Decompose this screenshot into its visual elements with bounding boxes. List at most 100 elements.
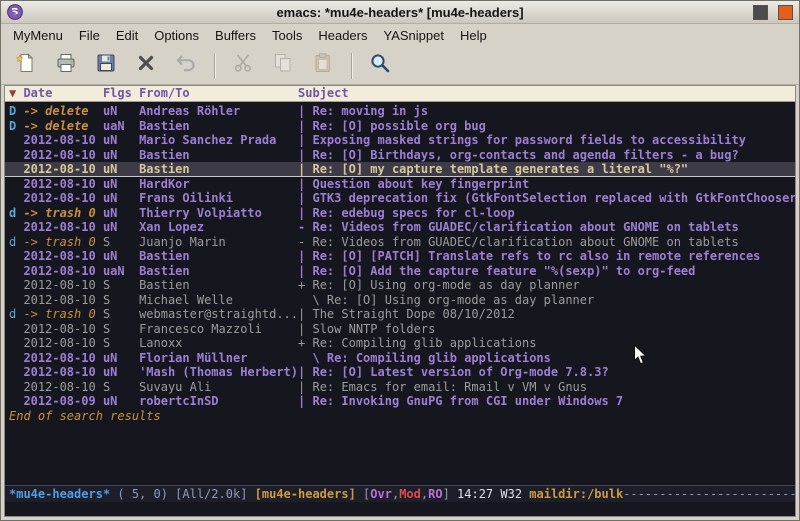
- header-column-subject[interactable]: Subject: [298, 86, 515, 100]
- row-mark: [9, 322, 23, 336]
- message-row[interactable]: 2012-08-10 S Michael Welle \ Re: [O] Usi…: [5, 293, 795, 308]
- new-file-button[interactable]: [9, 51, 43, 81]
- row-mark: d: [9, 307, 23, 321]
- row-from: HardKor: [139, 177, 298, 191]
- row-subject: Exposing masked strings for password fie…: [312, 133, 745, 147]
- window-controls: [753, 5, 793, 20]
- thread-indicator: |: [298, 104, 312, 118]
- row-date: 2012-08-10: [23, 133, 102, 147]
- message-row[interactable]: D -> delete uaN Bastien | Re: [O] possib…: [5, 119, 795, 134]
- message-row[interactable]: 2012-08-10 uN Florian Müllner \ Re: Comp…: [5, 351, 795, 366]
- row-subject: Re: [O] [PATCH] Translate refs to rc als…: [312, 249, 760, 263]
- row-flags: S: [103, 293, 139, 307]
- modeline-segment: [mu4e-headers]: [255, 487, 356, 501]
- row-date: 2012-08-10: [23, 162, 102, 176]
- thread-indicator: |: [298, 191, 312, 205]
- cut-icon: [232, 52, 254, 79]
- thread-indicator: |: [298, 365, 312, 379]
- row-mark: d: [9, 206, 23, 220]
- message-row[interactable]: 2012-08-10 uN HardKor | Question about k…: [5, 177, 795, 192]
- row-mark: [9, 220, 23, 234]
- header-column-date[interactable]: Date: [23, 86, 102, 100]
- message-list: D -> delete uN Andreas Röhler | Re: movi…: [5, 104, 795, 409]
- message-row[interactable]: 2012-08-10 uN 'Mash (Thomas Herbert)| Re…: [5, 365, 795, 380]
- message-row[interactable]: D -> delete uN Andreas Röhler | Re: movi…: [5, 104, 795, 119]
- buffer[interactable]: D -> delete uN Andreas Röhler | Re: movi…: [5, 102, 795, 485]
- end-of-results: End of search results: [5, 409, 795, 424]
- menu-item-buffers[interactable]: Buffers: [207, 25, 264, 46]
- close-button[interactable]: [778, 5, 793, 20]
- message-row[interactable]: d -> trash 0 uN Thierry Volpiatto | Re: …: [5, 206, 795, 221]
- message-row[interactable]: d -> trash 0 S Juanjo Marin - Re: Videos…: [5, 235, 795, 250]
- row-flags: S: [103, 322, 139, 336]
- row-flags: uN: [103, 249, 139, 263]
- message-row[interactable]: 2012-08-10 uN Bastien | Re: [O] [PATCH] …: [5, 249, 795, 264]
- row-date: 2012-08-10: [23, 278, 102, 292]
- menu-item-options[interactable]: Options: [146, 25, 207, 46]
- row-date: 2012-08-10: [23, 365, 102, 379]
- row-flags: uN: [103, 104, 139, 118]
- search-icon: [369, 52, 391, 79]
- close-button[interactable]: [129, 51, 163, 81]
- row-mark: [9, 394, 23, 408]
- thread-indicator: +: [298, 278, 312, 292]
- row-date: -> delete: [23, 104, 102, 118]
- row-from: Bastien: [139, 162, 298, 176]
- paste-button: [306, 51, 340, 81]
- row-flags: S: [103, 278, 139, 292]
- row-subject: Slow NNTP folders: [312, 322, 435, 336]
- menu-item-edit[interactable]: Edit: [108, 25, 146, 46]
- titlebar[interactable]: emacs: *mu4e-headers* [mu4e-headers]: [1, 1, 799, 24]
- minimize-button[interactable]: [753, 5, 768, 20]
- search-button[interactable]: [363, 51, 397, 81]
- row-flags: uN: [103, 220, 139, 234]
- message-row[interactable]: 2012-08-10 uaN Bastien | Re: [O] Add the…: [5, 264, 795, 279]
- row-date: 2012-08-10: [23, 336, 102, 350]
- row-from: Francesco Mazzoli: [139, 322, 298, 336]
- save-button[interactable]: [89, 51, 123, 81]
- message-row[interactable]: 2012-08-10 uN Mario Sanchez Prada | Expo…: [5, 133, 795, 148]
- message-row[interactable]: 2012-08-10 uN Bastien | Re: [O] Birthday…: [5, 148, 795, 163]
- header-column-fromto[interactable]: From/To: [139, 86, 298, 100]
- menu-item-yasnippet[interactable]: YASnippet: [375, 25, 451, 46]
- row-flags: S: [103, 336, 139, 350]
- message-row[interactable]: 2012-08-10 S Lanoxx + Re: Compiling glib…: [5, 336, 795, 351]
- thread-indicator: \: [298, 293, 327, 307]
- row-from: Lanoxx: [139, 336, 298, 350]
- row-mark: [9, 133, 23, 147]
- message-row[interactable]: 2012-08-10 S Suvayu Ali | Re: Emacs for …: [5, 380, 795, 395]
- row-date: 2012-08-10: [23, 351, 102, 365]
- sort-descending-icon: ▼: [9, 86, 23, 100]
- message-row[interactable]: 2012-08-09 uN robertcInSD | Re: Invoking…: [5, 394, 795, 409]
- menu-item-mymenu[interactable]: MyMenu: [5, 25, 71, 46]
- row-from: Bastien: [139, 119, 298, 133]
- message-row[interactable]: 2012-08-10 uN Xan Lopez - Re: Videos fro…: [5, 220, 795, 235]
- modeline[interactable]: *mu4e-headers* ( 5, 0) [All/2.0k] [mu4e-…: [5, 485, 795, 502]
- row-mark: [9, 162, 23, 176]
- row-from: Bastien: [139, 148, 298, 162]
- row-date: 2012-08-10: [23, 220, 102, 234]
- message-row[interactable]: 2012-08-10 S Francesco Mazzoli | Slow NN…: [5, 322, 795, 337]
- menu-item-tools[interactable]: Tools: [264, 25, 310, 46]
- print-button[interactable]: [49, 51, 83, 81]
- message-row[interactable]: 2012-08-10 uN Bastien | Re: [O] my captu…: [5, 162, 795, 177]
- modeline-segment: maildir:/bulk: [529, 487, 623, 501]
- message-row[interactable]: 2012-08-10 uN Frans Oilinki | GTK3 depre…: [5, 191, 795, 206]
- row-date: 2012-08-09: [23, 394, 102, 408]
- menu-item-headers[interactable]: Headers: [310, 25, 375, 46]
- menu-item-help[interactable]: Help: [452, 25, 495, 46]
- message-row[interactable]: d -> trash 0 S webmaster@straightd...| T…: [5, 307, 795, 322]
- thread-indicator: |: [298, 177, 312, 191]
- row-subject: Re: Compiling glib applications: [312, 336, 536, 350]
- save-icon: [95, 52, 117, 79]
- row-date: -> trash 0: [23, 307, 102, 321]
- modeline-segment: [: [356, 487, 370, 501]
- menu-item-file[interactable]: File: [71, 25, 108, 46]
- message-row[interactable]: 2012-08-10 S Bastien + Re: [O] Using org…: [5, 278, 795, 293]
- toolbar-separator: [214, 53, 215, 79]
- row-date: -> trash 0: [23, 206, 102, 220]
- header-column-flgs[interactable]: Flgs: [103, 86, 139, 100]
- row-subject: Re: Invoking GnuPG from CGI under Window…: [312, 394, 623, 408]
- row-mark: [9, 293, 23, 307]
- row-flags: S: [103, 307, 139, 321]
